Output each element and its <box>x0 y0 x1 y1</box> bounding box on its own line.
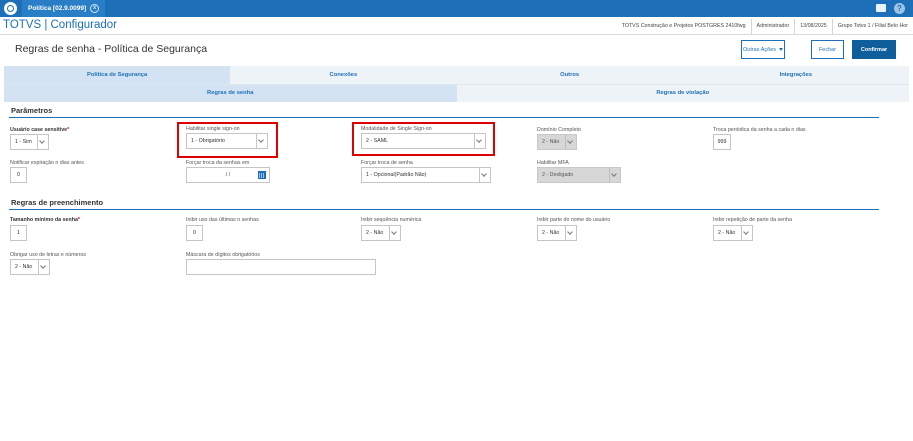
letras-numeros-value: 2 - Não <box>15 264 33 270</box>
date-label[interactable]: 13/08/2025 <box>794 19 832 34</box>
modalidade-value: 2 - SAML <box>366 138 389 144</box>
company-label[interactable]: TOTVS Construção e Projetos POSTGRES 241… <box>617 19 751 34</box>
modalidade-label: Modalidade de Single Sign-on <box>361 126 432 132</box>
forcar-troca-em-value: / / <box>225 172 231 178</box>
tab-integracoes[interactable]: Integrações <box>683 66 909 84</box>
app-brand: TOTVS | Configurador <box>3 19 117 31</box>
tamanho-input[interactable]: 1 <box>10 225 27 241</box>
chevron-down-icon <box>609 168 620 182</box>
forcar-troca-em-label: Forçar troca da senhas em <box>186 160 250 166</box>
calendar-icon[interactable] <box>258 171 266 179</box>
sequencia-select[interactable]: 2 - Não <box>361 225 401 241</box>
mail-icon[interactable] <box>876 4 886 12</box>
repeticao-label: Inibir repetição de parte da senha <box>713 217 792 223</box>
repeticao-value: 2 - Não <box>718 230 736 236</box>
caret-down-icon <box>779 48 784 52</box>
sub-tabs: Regras de senha Regras de violação <box>4 85 909 102</box>
branch-label[interactable]: Grupo Totvs 1 / Filial Belo Hor <box>831 19 913 34</box>
tab-outros[interactable]: Outros <box>457 66 683 84</box>
section-parametros-title: Parâmetros <box>11 106 53 115</box>
forcar-troca-label: Forçar troca de senha <box>361 160 413 166</box>
forcar-troca-value: 1 - Opcional(Padrão Não) <box>366 172 427 178</box>
fechar-button[interactable]: Fechar <box>811 40 844 59</box>
context-bar: TOTVS Construção e Projetos POSTGRES 241… <box>617 19 913 34</box>
tamanho-label: Tamanho mínimo da senha* <box>10 217 80 223</box>
confirmar-button[interactable]: Confirmar <box>852 40 896 59</box>
section-divider <box>9 209 879 210</box>
outras-acoes-label: Outras Ações <box>742 47 777 53</box>
forcar-troca-select[interactable]: 1 - Opcional(Padrão Não) <box>361 167 491 183</box>
troca-periodica-label: Troca periódica da senha a cada n dias <box>713 127 806 133</box>
window-tab[interactable]: Política [02.9.0099] x <box>22 0 106 17</box>
sequencia-value: 2 - Não <box>366 230 384 236</box>
mfa-select: 2 - Desligado <box>537 167 621 183</box>
repeticao-select[interactable]: 2 - Não <box>713 225 753 241</box>
dominio-label: Domínio Completo <box>537 127 581 133</box>
nome-usuario-value: 2 - Não <box>542 230 560 236</box>
section-preenchimento-title: Regras de preenchimento <box>11 198 104 207</box>
sso-select[interactable]: 1 - Obrigatório <box>186 133 268 149</box>
mascara-label: Máscara de dígitos obrigatórios <box>186 252 260 258</box>
section-divider <box>9 117 879 118</box>
letras-numeros-label: Obrigar uso de letras e números <box>10 252 86 258</box>
notificar-label: Notificar expiração n dias antes <box>10 160 84 166</box>
sso-label: Habilitar single sign-on <box>186 126 240 132</box>
tab-regras-senha[interactable]: Regras de senha <box>4 85 457 102</box>
usuario-case-label: Usuário case sensitive* <box>10 127 70 133</box>
title-bar <box>0 0 913 17</box>
chevron-down-icon <box>479 168 490 182</box>
user-label[interactable]: Administrador <box>750 19 795 34</box>
dominio-select: 2 - Não <box>537 134 577 150</box>
chevron-down-icon <box>565 135 576 149</box>
chevron-down-icon <box>565 226 576 240</box>
usuario-case-select[interactable]: 1 - Sim <box>10 134 49 150</box>
chevron-down-icon <box>256 134 267 148</box>
ultimas-input[interactable]: 0 <box>186 225 203 241</box>
chevron-down-icon <box>389 226 400 240</box>
mfa-value: 2 - Desligado <box>542 172 574 178</box>
chevron-down-icon <box>474 134 485 148</box>
letras-numeros-select[interactable]: 2 - Não <box>10 259 50 275</box>
sequencia-label: Inibir sequência numérica <box>361 217 422 223</box>
chevron-down-icon <box>741 226 752 240</box>
window-tab-label: Política [02.9.0099] <box>28 5 87 12</box>
nome-usuario-label: Inibir parte do nome do usuário <box>537 217 611 223</box>
usuario-case-value: 1 - Sim <box>15 139 32 145</box>
page-title: Regras de senha - Política de Segurança <box>15 43 208 55</box>
ultimas-label: Inibir uso das últimas n senhas <box>186 217 259 223</box>
totvs-logo-icon <box>4 2 17 15</box>
close-icon[interactable]: x <box>90 3 100 13</box>
modalidade-select[interactable]: 2 - SAML <box>361 133 486 149</box>
mfa-label: Habilitar MFA <box>537 160 569 166</box>
mascara-input[interactable] <box>186 259 376 275</box>
sso-value: 1 - Obrigatório <box>191 138 225 144</box>
tab-politica-seguranca[interactable]: Política de Segurança <box>4 66 231 84</box>
nome-usuario-select[interactable]: 2 - Não <box>537 225 577 241</box>
forcar-troca-em-input[interactable]: / / <box>186 167 270 183</box>
header-divider <box>0 34 913 35</box>
outras-acoes-button[interactable]: Outras Ações <box>741 40 785 59</box>
tab-regras-violacao[interactable]: Regras de violação <box>457 85 910 102</box>
main-tabs: Política de Segurança Conexões Outros In… <box>4 66 909 85</box>
dominio-value: 2 - Não <box>542 139 560 145</box>
troca-periodica-input[interactable]: 999 <box>713 134 731 150</box>
chevron-down-icon <box>38 260 49 274</box>
tab-conexoes[interactable]: Conexões <box>230 66 456 84</box>
chevron-down-icon <box>37 135 48 149</box>
help-icon[interactable]: ? <box>894 3 905 14</box>
notificar-input[interactable]: 0 <box>10 167 27 183</box>
